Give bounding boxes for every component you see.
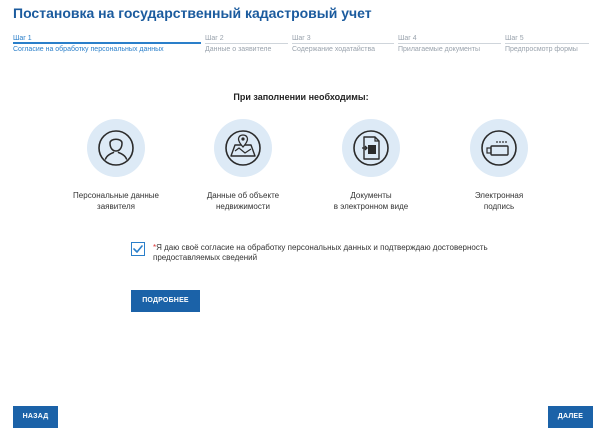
- step-progress-bar: [292, 43, 394, 44]
- requirement-label: Электронная подпись: [474, 191, 524, 211]
- checkmark-icon: [133, 245, 143, 253]
- requirement-label: Документы в электронном виде: [333, 191, 409, 211]
- requirement-personal-data: Персональные данные заявителя: [56, 119, 176, 212]
- requirement-label: Персональные данные заявителя: [73, 191, 159, 211]
- step-progress-bar: [398, 43, 501, 44]
- requirements-heading: При заполнении необходимы:: [233, 92, 369, 102]
- step-progress-bar: [505, 43, 589, 44]
- requirement-icon-circle: [87, 119, 145, 177]
- step-label: Согласие на обработку персональных данны…: [13, 46, 164, 53]
- step-4[interactable]: Шаг 4 Прилагаемые документы: [398, 33, 505, 61]
- wizard-steps: Шаг 1 Согласие на обработку персональных…: [13, 33, 593, 61]
- step-3[interactable]: Шаг 3 Содержание ходатайства: [292, 33, 398, 61]
- back-button[interactable]: НАЗАД: [13, 406, 58, 428]
- consent-checkbox[interactable]: [131, 242, 145, 256]
- person-icon: [98, 130, 134, 166]
- usb-token-icon: [481, 130, 517, 166]
- step-2[interactable]: Шаг 2 Данные о заявителе: [205, 33, 292, 61]
- step-label: Данные о заявителе: [205, 46, 272, 53]
- step-label: Предпросмотр формы: [505, 46, 578, 53]
- requirement-icon-circle: [470, 119, 528, 177]
- step-number: Шаг 2: [205, 35, 224, 42]
- consent-label: *Я даю своё согласие на обработку персон…: [153, 243, 488, 262]
- step-label: Содержание ходатайства: [292, 46, 376, 53]
- property-map-icon: [225, 130, 261, 166]
- document-icon: [353, 130, 389, 166]
- next-button[interactable]: ДАЛЕЕ: [548, 406, 593, 428]
- requirement-label: Данные об объекте недвижимости: [206, 191, 280, 211]
- requirement-electronic-signature: Электронная подпись: [439, 119, 559, 212]
- step-number: Шаг 5: [505, 35, 524, 42]
- requirement-icon-circle: [342, 119, 400, 177]
- step-progress-bar: [205, 43, 288, 44]
- step-number: Шаг 3: [292, 35, 311, 42]
- step-number: Шаг 4: [398, 35, 417, 42]
- page-title: Постановка на государственный кадастровы…: [13, 5, 372, 21]
- step-label: Прилагаемые документы: [398, 46, 481, 53]
- requirement-electronic-documents: Документы в электронном виде: [311, 119, 431, 212]
- step-1[interactable]: Шаг 1 Согласие на обработку персональных…: [13, 33, 205, 61]
- requirement-icon-circle: [214, 119, 272, 177]
- step-5[interactable]: Шаг 5 Предпросмотр формы: [505, 33, 593, 61]
- more-details-button[interactable]: ПОДРОБНЕЕ: [131, 290, 200, 312]
- requirement-property-data: Данные об объекте недвижимости: [183, 119, 303, 212]
- step-progress-bar: [13, 42, 201, 44]
